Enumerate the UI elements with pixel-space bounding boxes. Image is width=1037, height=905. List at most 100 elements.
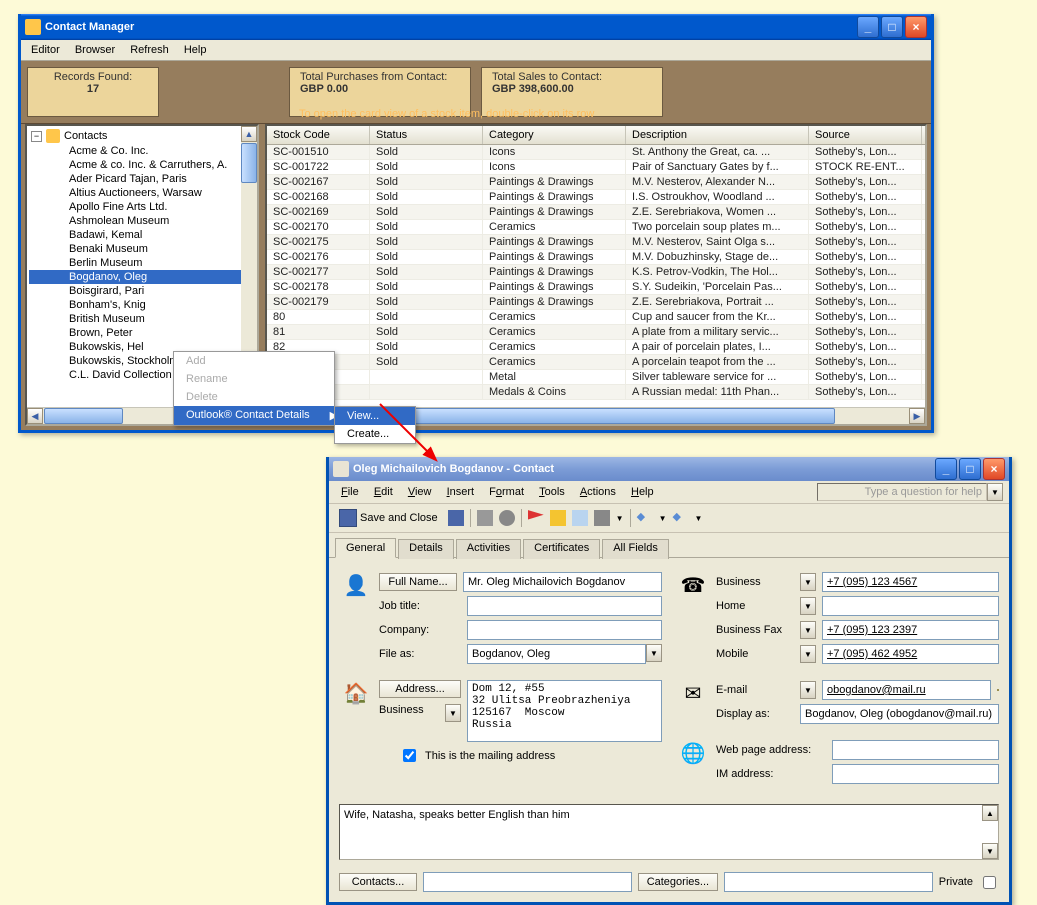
notes-scroll-down-icon[interactable]: ▼	[982, 843, 998, 859]
table-row[interactable]: SC-002169SoldPaintings & DrawingsZ.E. Se…	[267, 205, 925, 220]
minimize-button[interactable]: _	[935, 458, 957, 480]
email-input[interactable]	[822, 680, 991, 700]
tree-item[interactable]: Brown, Peter	[29, 326, 255, 340]
scroll-right-icon[interactable]: ▶	[909, 408, 925, 424]
table-row[interactable]: SC-002177SoldPaintings & DrawingsK.S. Pe…	[267, 265, 925, 280]
menu-tools[interactable]: Tools	[533, 484, 571, 500]
address-textarea[interactable]	[467, 680, 662, 742]
tree-item[interactable]: Bonham's, Knig	[29, 298, 255, 312]
phone-business-dropdown-icon[interactable]: ▼	[800, 573, 816, 591]
company-input[interactable]	[467, 620, 662, 640]
phone-mobile-dropdown-icon[interactable]: ▼	[800, 645, 816, 663]
close-button[interactable]: ×	[983, 458, 1005, 480]
delete-icon[interactable]	[594, 510, 610, 526]
tab-general[interactable]: General	[335, 538, 396, 558]
phone-fax-input[interactable]	[822, 620, 999, 640]
table-row[interactable]: Medals & CoinsA Russian medal: 11th Phan…	[267, 385, 925, 400]
table-row[interactable]: SC-002175SoldPaintings & DrawingsM.V. Ne…	[267, 235, 925, 250]
close-button[interactable]: ×	[905, 16, 927, 38]
table-row[interactable]: MetalSilver tableware service for ...Sot…	[267, 370, 925, 385]
help-search-input[interactable]: Type a question for help	[817, 483, 987, 501]
scroll-up-icon[interactable]: ▲	[241, 126, 257, 142]
display-input[interactable]	[800, 704, 999, 724]
menu-editor[interactable]: Editor	[25, 42, 66, 58]
web-input[interactable]	[832, 740, 999, 760]
menu-format[interactable]: Format	[483, 484, 530, 500]
next-dropdown-icon[interactable]: ▼	[695, 514, 703, 523]
save-icon[interactable]	[448, 510, 464, 526]
tree-item[interactable]: Boisgirard, Pari	[29, 284, 255, 298]
header-status[interactable]: Status	[370, 126, 483, 144]
copy-icon[interactable]	[572, 510, 588, 526]
table-row[interactable]: 81SoldCeramicsA plate from a military se…	[267, 325, 925, 340]
fullname-button[interactable]: Full Name...	[379, 573, 457, 591]
tree-item[interactable]: Bogdanov, Oleg	[29, 270, 255, 284]
next-icon[interactable]: ◆	[673, 510, 689, 526]
tree-item[interactable]: Badawi, Kemal	[29, 228, 255, 242]
table-row[interactable]: SC-002179SoldPaintings & DrawingsZ.E. Se…	[267, 295, 925, 310]
table-row[interactable]: SC-002168SoldPaintings & DrawingsI.S. Os…	[267, 190, 925, 205]
tree-item[interactable]: Ader Picard Tajan, Paris	[29, 172, 255, 186]
ctx-outlook-details[interactable]: Outlook® Contact Details ▶	[174, 406, 334, 425]
menu-file[interactable]: File	[335, 484, 365, 500]
menu-refresh[interactable]: Refresh	[124, 42, 175, 58]
email-dropdown-icon[interactable]: ▼	[800, 681, 816, 699]
notes-scroll-up-icon[interactable]: ▲	[982, 805, 998, 821]
tree-root[interactable]: − Contacts	[29, 128, 255, 144]
table-row[interactable]: SC-002176SoldPaintings & DrawingsM.V. Do…	[267, 250, 925, 265]
menu-view[interactable]: View	[402, 484, 438, 500]
tree-item[interactable]: Berlin Museum	[29, 256, 255, 270]
fileas-dropdown-icon[interactable]: ▼	[646, 644, 662, 662]
table-row[interactable]: 80SoldCeramicsCup and saucer from the Kr…	[267, 310, 925, 325]
prev-icon[interactable]: ◆	[637, 510, 653, 526]
menu-actions[interactable]: Actions	[574, 484, 622, 500]
tab-activities[interactable]: Activities	[456, 539, 521, 559]
collapse-icon[interactable]: −	[31, 131, 42, 142]
scroll-thumb[interactable]	[241, 143, 257, 183]
tab-all-fields[interactable]: All Fields	[602, 539, 669, 559]
ctx-add[interactable]: Add	[174, 352, 334, 370]
menu-insert[interactable]: Insert	[441, 484, 481, 500]
table-row[interactable]: SC-002167SoldPaintings & DrawingsM.V. Ne…	[267, 175, 925, 190]
folder-icon[interactable]	[550, 510, 566, 526]
header-description[interactable]: Description	[626, 126, 809, 144]
table-row[interactable]: 83SoldCeramicsA porcelain teapot from th…	[267, 355, 925, 370]
toolbar-dropdown-icon[interactable]: ▼	[616, 514, 624, 523]
ctx-view[interactable]: View...	[335, 407, 415, 425]
fullname-input[interactable]	[463, 572, 662, 592]
ctx-create[interactable]: Create...	[335, 425, 415, 443]
notes-textarea[interactable]: Wife, Natasha, speaks better English tha…	[339, 804, 999, 860]
help-dropdown-icon[interactable]: ▼	[987, 483, 1003, 501]
contacts-button[interactable]: Contacts...	[339, 873, 417, 891]
menu-edit[interactable]: Edit	[368, 484, 399, 500]
tree-item[interactable]: Benaki Museum	[29, 242, 255, 256]
tree-item[interactable]: Acme & Co. Inc.	[29, 144, 255, 158]
phone-mobile-input[interactable]	[822, 644, 999, 664]
categories-button[interactable]: Categories...	[638, 873, 718, 891]
phone-business-input[interactable]	[822, 572, 999, 592]
flag-icon[interactable]	[528, 510, 544, 526]
tree-item[interactable]: Altius Auctioneers, Warsaw	[29, 186, 255, 200]
phone-home-input[interactable]	[822, 596, 999, 616]
header-category[interactable]: Category	[483, 126, 626, 144]
minimize-button[interactable]: _	[857, 16, 879, 38]
attach-icon[interactable]	[499, 510, 515, 526]
tree-item[interactable]: Apollo Fine Arts Ltd.	[29, 200, 255, 214]
menu-help[interactable]: Help	[625, 484, 660, 500]
prev-dropdown-icon[interactable]: ▼	[659, 514, 667, 523]
tree-item[interactable]: Acme & co. Inc. & Carruthers, A.	[29, 158, 255, 172]
contacts-input[interactable]	[423, 872, 632, 892]
save-close-button[interactable]: Save and Close	[335, 507, 442, 529]
phone-home-dropdown-icon[interactable]: ▼	[800, 597, 816, 615]
address-type-dropdown-icon[interactable]: ▼	[445, 704, 461, 722]
header-buyer[interactable]: Buyer	[922, 126, 927, 144]
ctx-rename[interactable]: Rename	[174, 370, 334, 388]
maximize-button[interactable]: □	[959, 458, 981, 480]
tree-item[interactable]: Ashmolean Museum	[29, 214, 255, 228]
header-source[interactable]: Source	[809, 126, 922, 144]
tab-certificates[interactable]: Certificates	[523, 539, 600, 559]
private-checkbox[interactable]	[983, 876, 996, 889]
fileas-input[interactable]	[467, 644, 646, 664]
scroll-left-icon[interactable]: ◀	[27, 408, 43, 424]
scroll-thumb[interactable]	[44, 408, 123, 424]
